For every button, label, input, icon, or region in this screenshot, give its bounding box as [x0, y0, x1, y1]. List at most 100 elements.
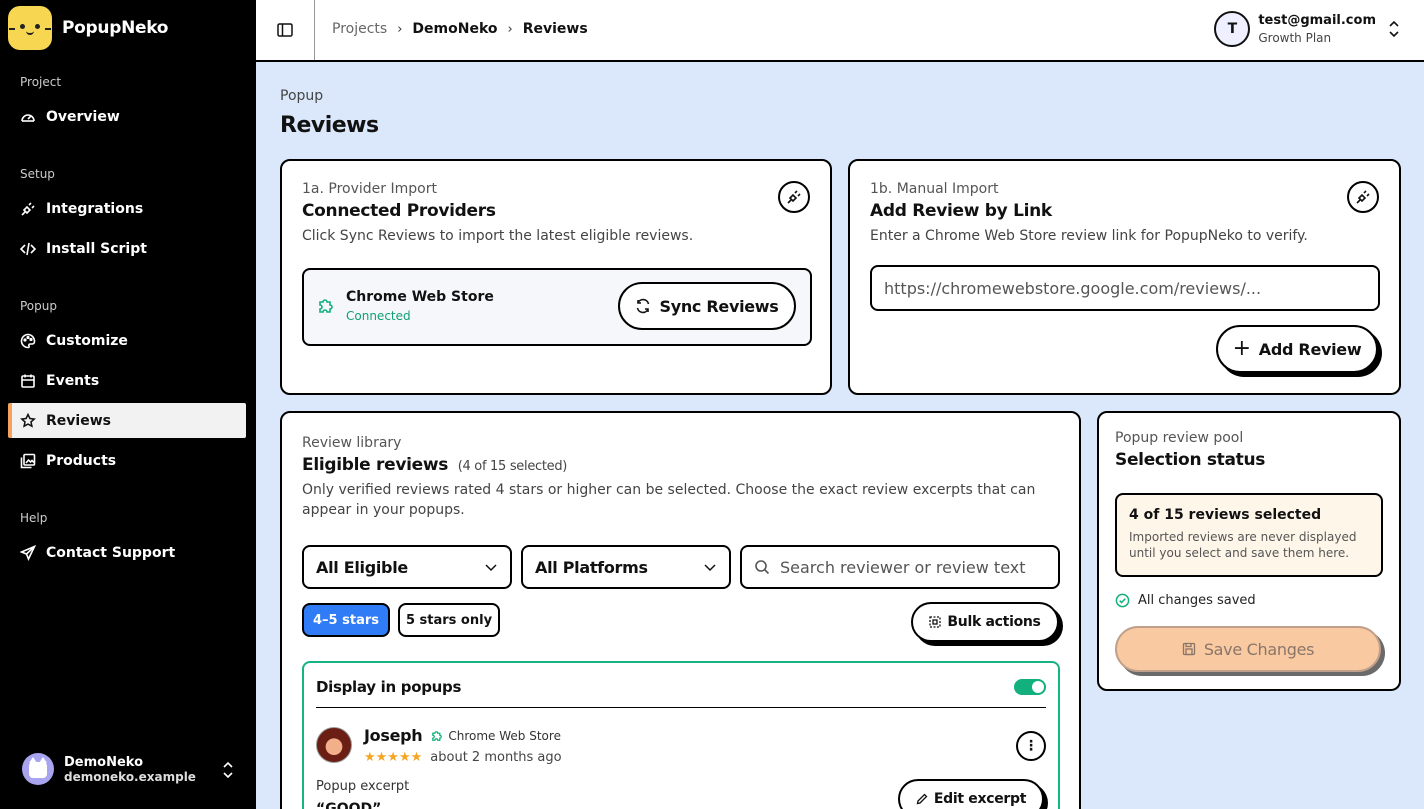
bulk-actions-button[interactable]: Bulk actions: [911, 602, 1059, 642]
selected-count: (4 of 15 selected): [457, 459, 568, 474]
review-source: Chrome Web Store: [448, 728, 561, 743]
review-library-card: Review library Eligible reviews (4 of 15…: [280, 411, 1081, 809]
edit-excerpt-label: Edit excerpt: [933, 791, 1027, 807]
display-in-popups-toggle[interactable]: [1014, 679, 1046, 695]
summary-title: 4 of 15 reviews selected: [1129, 507, 1322, 523]
sync-reviews-button[interactable]: Sync Reviews: [618, 282, 796, 330]
save-changes-button[interactable]: Save Changes: [1115, 626, 1381, 672]
card-description: Only verified reviews rated 4 stars or h…: [302, 482, 1036, 518]
page-title: Reviews: [280, 113, 379, 138]
status-filter-select[interactable]: All Eligible: [302, 545, 512, 589]
sidebar-section-setup: Setup: [20, 167, 55, 181]
popup-excerpt-label: Popup excerpt: [316, 779, 410, 794]
user-email: test@gmail.com: [1258, 13, 1376, 28]
review-more-button[interactable]: ⋮: [1016, 731, 1046, 761]
card-title: Eligible reviews: [302, 455, 449, 475]
save-changes-label: Save Changes: [1203, 639, 1315, 659]
card-title: Selection status: [1115, 450, 1266, 470]
chevron-down-icon: [704, 564, 716, 572]
project-name: DemoNeko: [64, 754, 144, 770]
save-icon: [1182, 642, 1195, 656]
palette-icon: [20, 333, 36, 348]
image-stack-icon: [20, 453, 36, 468]
plug-badge: [1347, 181, 1379, 213]
sidebar-item-events[interactable]: Events: [8, 363, 246, 398]
puzzle-icon: [432, 730, 443, 741]
review-search-input[interactable]: Search reviewer or review text: [740, 545, 1060, 589]
select-all-icon: [929, 616, 942, 628]
sidebar-item-label: Overview: [46, 108, 120, 125]
star-rating: ★★★★★: [364, 750, 423, 765]
chevron-down-icon: [485, 564, 497, 572]
project-domain: demoneko.example: [64, 769, 196, 784]
chip-4-5-stars[interactable]: 4–5 stars: [302, 603, 390, 637]
review-time: about 2 months ago: [430, 750, 562, 765]
user-menu[interactable]: T test@gmail.com Growth Plan: [1214, 11, 1400, 47]
display-in-popups-label: Display in popups: [316, 678, 462, 696]
pencil-icon: [916, 793, 928, 805]
sidebar-item-label: Contact Support: [46, 544, 176, 561]
card-title: Connected Providers: [302, 201, 496, 221]
card-title: Add Review by Link: [870, 201, 1052, 221]
sidebar-item-overview[interactable]: Overview: [8, 99, 246, 134]
card-kicker: 1b. Manual Import: [870, 181, 999, 197]
edit-excerpt-button[interactable]: Edit excerpt: [898, 779, 1044, 809]
sidebar-item-reviews[interactable]: Reviews: [8, 403, 246, 438]
topbar: Projects › DemoNeko › Reviews T test@gma…: [256, 0, 1424, 62]
manual-import-card: 1b. Manual Import Add Review by Link Ent…: [848, 159, 1401, 395]
sidebar-item-integrations[interactable]: Integrations: [8, 191, 246, 226]
card-kicker: 1a. Provider Import: [302, 181, 437, 197]
selection-summary: 4 of 15 reviews selected Imported review…: [1115, 493, 1383, 577]
calendar-icon: [21, 374, 35, 388]
provider-status: Connected: [346, 309, 411, 323]
plug-icon: [21, 201, 35, 216]
project-avatar: [22, 753, 54, 785]
plug-icon: [1356, 190, 1370, 204]
plug-icon: [787, 190, 801, 204]
search-icon: [755, 560, 770, 575]
account-switcher[interactable]: DemoNeko demoneko.example: [22, 753, 242, 785]
refresh-icon: [637, 298, 650, 314]
breadcrumb-current: Reviews: [522, 21, 588, 37]
sidebar-item-label: Products: [46, 452, 117, 469]
breadcrumb-project[interactable]: DemoNeko: [412, 21, 497, 37]
sidebar-item-install-script[interactable]: Install Script: [8, 231, 246, 266]
check-circle-icon: [1115, 593, 1130, 608]
sidebar-section-popup: Popup: [20, 299, 57, 313]
chevrons-up-down-icon: [1389, 20, 1399, 38]
provider-name: Chrome Web Store: [346, 289, 494, 305]
divider: [316, 707, 1046, 708]
card-kicker: Popup review pool: [1115, 430, 1244, 446]
review-link-input[interactable]: https://chromewebstore.google.com/review…: [870, 265, 1380, 311]
sidebar-toggle-button[interactable]: [256, 0, 315, 60]
sidebar-item-contact-support[interactable]: Contact Support: [8, 535, 246, 570]
platform-filter-select[interactable]: All Platforms: [521, 545, 731, 589]
chip-5-stars-only[interactable]: 5 stars only: [398, 603, 500, 637]
plus-icon: +: [1232, 336, 1251, 361]
sidebar: PopupNeko Project Overview Setup Integra…: [0, 0, 256, 809]
reviewer-avatar: [316, 727, 352, 763]
brand[interactable]: PopupNeko: [8, 6, 168, 50]
display-in-popups-section: Display in popups Joseph Chrome Web Stor…: [302, 661, 1060, 809]
chevron-right-icon: ›: [397, 21, 403, 37]
breadcrumb-projects[interactable]: Projects: [332, 21, 387, 37]
sidebar-item-label: Reviews: [46, 412, 111, 429]
brand-name: PopupNeko: [62, 18, 169, 38]
sidebar-item-customize[interactable]: Customize: [8, 323, 246, 358]
sidebar-section-help: Help: [20, 511, 48, 525]
search-placeholder: Search reviewer or review text: [780, 557, 1026, 577]
summary-description: Imported reviews are never displayed unt…: [1129, 530, 1357, 560]
bulk-actions-label: Bulk actions: [947, 614, 1041, 630]
provider-row: Chrome Web Store Connected Sync Reviews: [302, 268, 812, 346]
star-icon: [20, 412, 36, 428]
page-kicker: Popup: [280, 88, 324, 104]
review-pool-card: Popup review pool Selection status 4 of …: [1097, 411, 1401, 691]
sidebar-item-label: Integrations: [46, 200, 144, 217]
card-kicker: Review library: [302, 435, 402, 451]
popupneko-logo: [8, 6, 52, 50]
add-review-button[interactable]: + Add Review: [1216, 325, 1378, 373]
chevron-right-icon: ›: [507, 21, 513, 37]
sidebar-item-products[interactable]: Products: [8, 443, 246, 478]
gauge-icon: [21, 113, 35, 122]
panel-left-icon: [277, 23, 293, 37]
